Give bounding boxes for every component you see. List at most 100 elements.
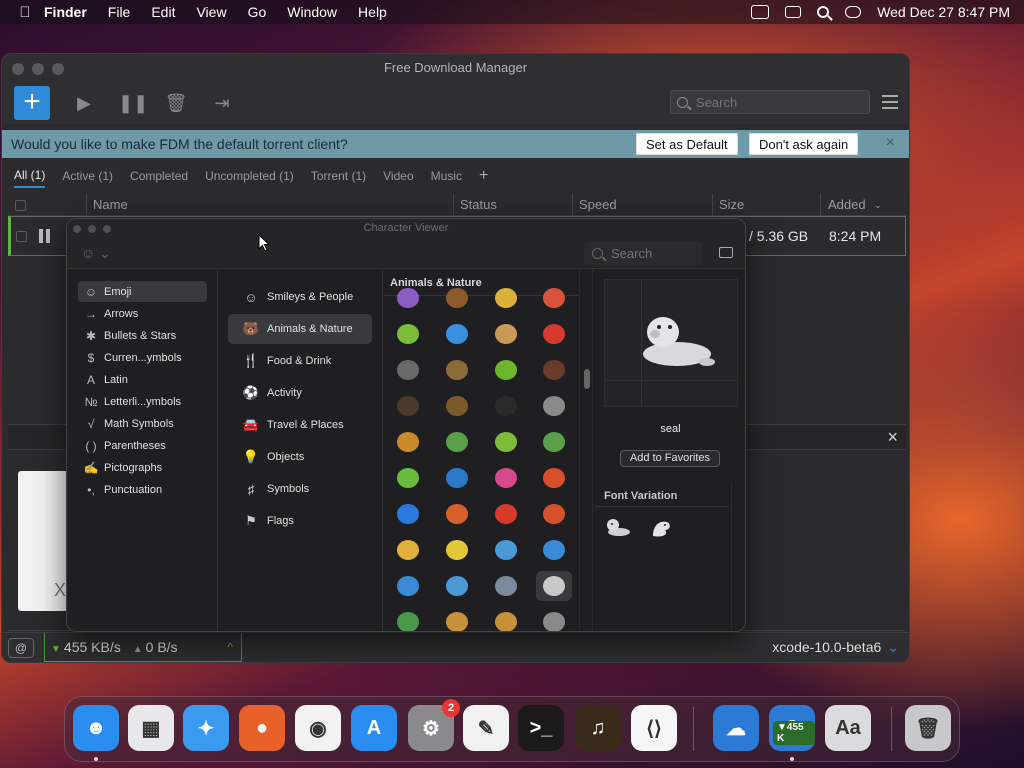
chevron-up-icon[interactable]: ^ <box>227 640 233 654</box>
menu-help[interactable]: Help <box>358 4 387 20</box>
emoji-cell[interactable] <box>390 319 426 349</box>
menu-window[interactable]: Window <box>287 4 337 20</box>
emoji-cell[interactable] <box>536 571 572 601</box>
sidebar-item-latin[interactable]: A Latin <box>78 369 207 390</box>
sidebar-item-emoji[interactable]: ☺ Emoji <box>78 281 207 302</box>
category-symbols[interactable]: ♯ Symbols <box>228 474 372 504</box>
emoji-cell[interactable] <box>488 463 524 493</box>
menu-file[interactable]: File <box>108 4 131 20</box>
row-checkbox[interactable] <box>16 230 27 245</box>
emoji-cell[interactable] <box>439 391 475 421</box>
trash-icon[interactable]: 🗑 <box>905 705 951 751</box>
emoji-cell[interactable] <box>488 283 524 313</box>
tab-torrent[interactable]: Torrent (1) <box>311 165 366 187</box>
chrome-icon[interactable]: ◉ <box>295 705 341 751</box>
speed-mode-icon[interactable]: @ <box>8 638 34 658</box>
emoji-scrollbar[interactable] <box>584 369 590 389</box>
search-input[interactable] <box>696 94 856 110</box>
recents-menu-icon[interactable]: ☺ ⌄ <box>81 245 111 262</box>
sidebar-item-arrows[interactable]: → Arrows <box>78 303 207 324</box>
main-menu-icon[interactable] <box>882 95 898 113</box>
emoji-cell[interactable] <box>488 355 524 385</box>
emoji-cell[interactable] <box>390 607 426 631</box>
category-flags[interactable]: ⚑ Flags <box>228 506 372 536</box>
apple-logo-icon[interactable]:  <box>16 3 34 21</box>
column-speed[interactable]: Speed <box>579 197 617 212</box>
control-center-icon[interactable] <box>845 6 862 18</box>
cv-search-input[interactable] <box>611 245 691 261</box>
emoji-cell[interactable] <box>390 463 426 493</box>
sidebar-item-punctuation[interactable]: •, Punctuation <box>78 479 207 500</box>
current-file-indicator[interactable]: xcode-10.0-beta6 ⌄ <box>772 639 899 656</box>
sidebar-item-parentheses[interactable]: ( ) Parentheses <box>78 435 207 456</box>
sidebar-item-bullets-stars[interactable]: ✱ Bullets & Stars <box>78 325 207 346</box>
emoji-cell[interactable] <box>536 283 572 313</box>
app-store-icon[interactable]: A <box>351 705 397 751</box>
tab-active[interactable]: Active (1) <box>62 165 113 187</box>
emoji-cell[interactable] <box>439 283 475 313</box>
emoji-cell[interactable] <box>488 607 524 631</box>
sidebar-item-math-symbols[interactable]: √ Math Symbols <box>78 413 207 434</box>
emoji-cell[interactable] <box>439 499 475 529</box>
add-to-favorites-button[interactable]: Add to Favorites <box>620 450 720 467</box>
garageband-icon[interactable]: ♫ <box>575 705 621 751</box>
emoji-cell[interactable] <box>488 319 524 349</box>
column-name[interactable]: Name <box>93 197 128 212</box>
screen-mirroring-icon[interactable] <box>751 5 770 19</box>
delete-icon[interactable]: 🗑 <box>164 92 188 114</box>
emoji-cell[interactable] <box>439 427 475 457</box>
category-animals-nature[interactable]: 🐻 Animals & Nature <box>228 314 372 344</box>
emoji-cell[interactable] <box>390 355 426 385</box>
textedit-icon[interactable]: ✎ <box>463 705 509 751</box>
emoji-cell[interactable] <box>536 427 572 457</box>
tab-video[interactable]: Video <box>383 165 413 187</box>
emoji-cell[interactable] <box>536 391 572 421</box>
sort-chevron-icon[interactable]: ⌄ <box>874 200 882 211</box>
emoji-cell[interactable] <box>536 499 572 529</box>
menu-edit[interactable]: Edit <box>151 4 175 20</box>
column-added[interactable]: Added <box>828 197 866 212</box>
vscode-icon[interactable]: ⟨⟩ <box>631 705 677 751</box>
emoji-cell[interactable] <box>488 571 524 601</box>
emoji-cell[interactable] <box>390 499 426 529</box>
pause-all-icon[interactable]: ❚❚ <box>118 92 148 114</box>
cv-search-field[interactable] <box>584 241 702 265</box>
safari-icon[interactable]: ✦ <box>183 705 229 751</box>
dont-ask-again-button[interactable]: Don't ask again <box>749 133 859 155</box>
menu-go[interactable]: Go <box>248 4 267 20</box>
emoji-cell[interactable] <box>390 571 426 601</box>
sidebar-item-pictographs[interactable]: ✍ Pictographs <box>78 457 207 478</box>
column-status[interactable]: Status <box>460 197 497 212</box>
add-download-button[interactable]: + <box>14 86 50 120</box>
finder-icon[interactable]: ☻ <box>73 705 119 751</box>
add-tab-icon[interactable]: + <box>479 167 488 185</box>
menu-app-name[interactable]: Finder <box>44 4 87 20</box>
details-close-icon[interactable]: × <box>887 427 898 448</box>
emoji-cell[interactable] <box>536 355 572 385</box>
emoji-cell[interactable] <box>536 463 572 493</box>
search-field[interactable] <box>670 90 870 114</box>
category-travel-places[interactable]: 🚘 Travel & Places <box>228 410 372 440</box>
spotlight-icon[interactable] <box>817 6 830 18</box>
emoji-cell[interactable] <box>536 535 572 565</box>
emoji-cell[interactable] <box>536 607 572 631</box>
weather-icon[interactable]: ☁ <box>713 705 759 751</box>
select-all-checkbox[interactable] <box>15 199 26 214</box>
column-size[interactable]: Size <box>719 197 744 212</box>
emoji-cell[interactable] <box>439 463 475 493</box>
move-folder-icon[interactable]: ⇥ <box>210 92 234 114</box>
category-smileys-people[interactable]: ☺ Smileys & People <box>228 282 372 312</box>
menu-view[interactable]: View <box>196 4 226 20</box>
tab-music[interactable]: Music <box>431 165 462 187</box>
view-toggle-icon[interactable] <box>719 247 733 258</box>
emoji-cell[interactable] <box>390 283 426 313</box>
emoji-cell[interactable] <box>488 391 524 421</box>
pause-icon[interactable] <box>39 229 51 243</box>
fdm-icon[interactable]: ⇩▼455 K <box>769 705 815 751</box>
emoji-cell[interactable] <box>488 535 524 565</box>
tab-all[interactable]: All (1) <box>14 164 46 188</box>
set-as-default-button[interactable]: Set as Default <box>636 133 738 155</box>
emoji-cell[interactable] <box>488 427 524 457</box>
emoji-cell[interactable] <box>439 355 475 385</box>
terminal-icon[interactable]: >_ <box>518 705 564 751</box>
